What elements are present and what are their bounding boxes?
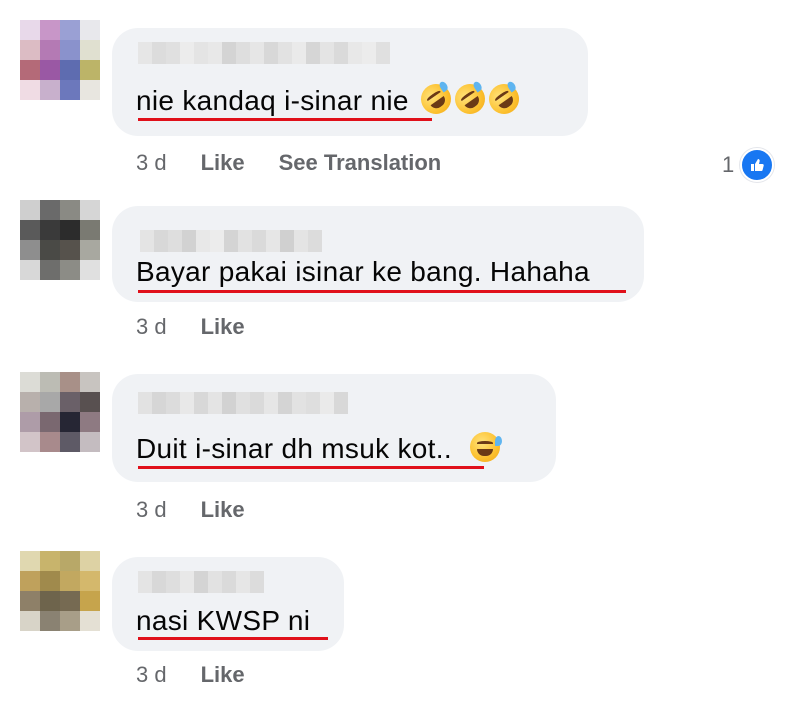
commenter-name-blurred[interactable] — [138, 392, 348, 414]
rolling-laughing-emoji-icon — [448, 78, 491, 120]
reaction-summary[interactable]: 1 — [722, 148, 775, 182]
rolling-laughing-emoji-icon — [482, 78, 525, 120]
red-underline — [138, 637, 328, 640]
comment-bubble: Bayar pakai isinar ke bang. Hahaha — [112, 206, 644, 302]
grinning-sweat-emoji-icon — [470, 432, 502, 462]
red-underline — [138, 290, 626, 293]
thumbs-up-icon — [740, 148, 775, 182]
see-translation-link[interactable]: See Translation — [279, 150, 442, 176]
red-underline — [138, 466, 484, 469]
like-link[interactable]: Like — [201, 497, 245, 523]
comment-text: nasi KWSP ni — [136, 605, 311, 636]
comment-actions: 3 d Like — [136, 497, 279, 523]
like-link[interactable]: Like — [201, 150, 245, 176]
comment-text: nie kandaq i-sinar nie — [136, 78, 525, 120]
avatar[interactable] — [20, 200, 100, 280]
avatar[interactable] — [20, 551, 100, 631]
comment-text: Duit i-sinar dh msuk kot.. — [136, 432, 502, 465]
like-link[interactable]: Like — [201, 662, 245, 688]
comment-actions: 3 d Like — [136, 662, 279, 688]
rolling-laughing-emoji-icon — [414, 78, 457, 120]
comment-text: Bayar pakai isinar ke bang. Hahaha — [136, 256, 590, 287]
red-underline — [138, 118, 432, 121]
commenter-name-blurred[interactable] — [138, 42, 390, 64]
reaction-count: 1 — [722, 152, 735, 177]
comment-actions: 3 d Like See Translation — [136, 150, 475, 176]
comment-timestamp[interactable]: 3 d — [136, 150, 167, 176]
avatar[interactable] — [20, 372, 100, 452]
avatar[interactable] — [20, 20, 100, 100]
comment-timestamp[interactable]: 3 d — [136, 314, 167, 340]
commenter-name-blurred[interactable] — [140, 230, 322, 252]
comment-actions: 3 d Like — [136, 314, 279, 340]
like-link[interactable]: Like — [201, 314, 245, 340]
comment-timestamp[interactable]: 3 d — [136, 662, 167, 688]
comment-timestamp[interactable]: 3 d — [136, 497, 167, 523]
commenter-name-blurred[interactable] — [138, 571, 264, 593]
